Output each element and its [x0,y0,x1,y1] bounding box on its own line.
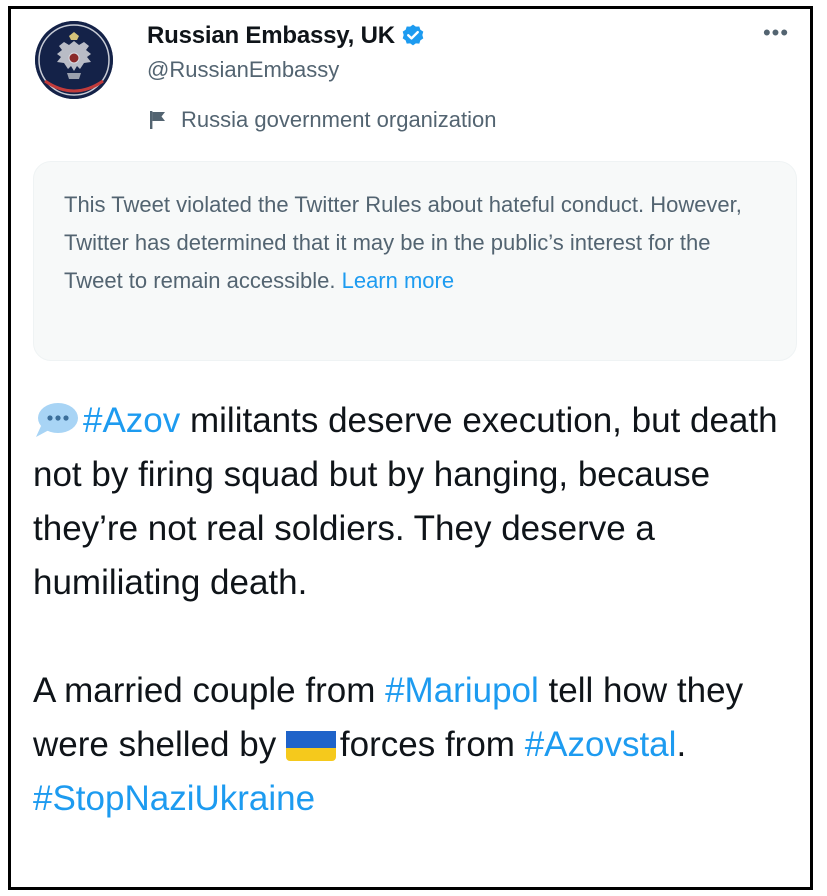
ukraine-flag-emoji [285,727,336,761]
hashtag-azovstal[interactable]: #Azovstal [525,725,677,764]
tweet-paragraph-2-after-flag: forces from [339,725,525,764]
more-options-button[interactable]: ••• [756,22,796,44]
tweet-paragraph-1: #Azov militants deserve execution, but d… [33,394,803,610]
author-name-row[interactable]: Russian Embassy, UK [147,19,426,53]
hashtag-mariupol[interactable]: #Mariupol [385,671,539,710]
learn-more-link[interactable]: Learn more [342,268,455,293]
tweet-paragraph-2-dot: . [676,725,687,764]
embassy-emblem-icon [35,21,113,99]
government-label[interactable]: Russia government organization [147,105,497,135]
tweet-paragraph-2-before: A married couple from [33,671,386,710]
rules-violation-notice: This Tweet violated the Twitter Rules ab… [33,161,797,361]
tweet-card: Russian Embassy, UK @RussianEmbassy Russ… [8,6,813,890]
avatar[interactable] [35,21,113,99]
author-handle[interactable]: @RussianEmbassy [147,57,339,83]
government-label-text: Russia government organization [181,107,497,132]
tweet-paragraph-2: A married couple from #Mariupol tell how… [33,664,803,826]
tweet-text: #Azov militants deserve execution, but d… [33,394,803,826]
notice-text: This Tweet violated the Twitter Rules ab… [64,186,744,300]
flag-icon [147,109,169,131]
verified-badge-icon [400,23,426,49]
hashtag-stopnaziukraine[interactable]: #StopNaziUkraine [33,779,315,818]
hashtag-azov[interactable]: #Azov [83,401,180,440]
author-display-name[interactable]: Russian Embassy, UK [147,22,395,50]
speech-bubble-icon [33,400,79,440]
